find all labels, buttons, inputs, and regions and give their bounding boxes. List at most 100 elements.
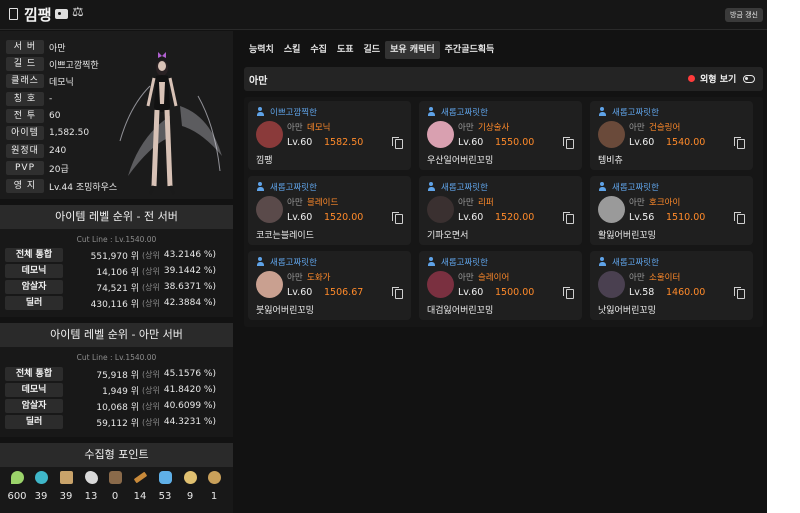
collection-value: 39: [59, 491, 73, 502]
giant-heart-icon: [84, 471, 98, 484]
rank-row: 전체 통합 551,970 위 (상위 43.2146 %): [5, 248, 231, 262]
avatar: [598, 196, 625, 223]
tab-stats[interactable]: 능력치: [244, 41, 279, 59]
server-name: 아만: [629, 198, 645, 208]
scale-icon[interactable]: ⚖: [72, 5, 84, 20]
rank-value: 1,949 위: [102, 386, 139, 397]
profile-label: 길 드: [6, 57, 44, 71]
bookmark-icon[interactable]: [9, 8, 18, 20]
avatar: [256, 196, 283, 223]
collection-title: 수집형 포인트: [0, 443, 233, 467]
rank-sub: (상위: [142, 385, 160, 395]
copy-icon[interactable]: [392, 287, 403, 299]
collection-item[interactable]: 14: [129, 471, 151, 511]
profile-value: -: [49, 94, 53, 104]
collection-value: 9: [186, 491, 194, 502]
rank-row: 데모닉 14,106 위 (상위 39.1442 %): [5, 264, 231, 278]
copy-icon[interactable]: [734, 137, 745, 149]
copy-icon[interactable]: [392, 212, 403, 224]
rank-label: 암살자: [5, 280, 63, 294]
collection-item[interactable]: 9: [179, 471, 201, 511]
guild-icon: [599, 107, 609, 116]
ranking-all-title: 아이템 레벨 순위 - 전 서버: [0, 205, 233, 229]
collection-item[interactable]: 39: [30, 471, 52, 511]
guild-name: 이쁘고깜찍한: [270, 108, 317, 118]
rank-row: 데모닉 1,949 위 (상위 41.8420 %): [5, 383, 231, 397]
tab-charts[interactable]: 도표: [332, 41, 359, 59]
profile-row-pvp: PVP 20급: [6, 161, 69, 175]
avatar: [427, 271, 454, 298]
rank-sub: (상위: [142, 266, 160, 276]
copy-icon[interactable]: [563, 287, 574, 299]
refresh-button[interactable]: 방금 갱신: [725, 8, 763, 22]
collection-value: 600: [7, 491, 27, 502]
level: Lv.60: [458, 212, 484, 223]
character-card[interactable]: 이쁘고깜찍한 아만 데모닉 Lv.60 1582.50 낌팽: [248, 101, 411, 170]
copy-icon[interactable]: [734, 287, 745, 299]
rank-sub: (상위: [142, 369, 160, 379]
server-name: 아만: [458, 123, 474, 133]
class-name: 리퍼: [478, 198, 494, 208]
guild-icon: [599, 182, 609, 191]
guild-icon: [428, 182, 438, 191]
profile-panel: 서 버 아만 길 드 이쁘고깜찍한 클래스 데모닉 칭 호 - 전 투 60 아…: [0, 31, 233, 199]
profile-card-icon[interactable]: [55, 9, 68, 19]
rank-label: 데모닉: [5, 264, 63, 278]
collection-item[interactable]: 13: [80, 471, 102, 511]
character-card[interactable]: 새롭고짜릿한 아만 기상술사 Lv.60 1550.00 우산일어버린꼬밍: [419, 101, 582, 170]
class-name: 기상술사: [478, 123, 510, 133]
tab-owned-characters[interactable]: 보유 캐릭터: [385, 41, 440, 59]
level: Lv.60: [629, 137, 655, 148]
character-card[interactable]: 새롭고짜릿한 아만 도화가 Lv.60 1506.67 붓잃어버린꼬밍: [248, 251, 411, 320]
rank-label: 딜러: [5, 415, 63, 429]
character-card[interactable]: 새롭고짜릿한 아만 소울이터 Lv.58 1460.00 낫잃어버린꼬밍: [590, 251, 753, 320]
tab-skills[interactable]: 스킬: [279, 41, 306, 59]
character-card[interactable]: 새롭고짜릿한 아만 블레이드 Lv.60 1520.00 코코는블레이드: [248, 176, 411, 245]
character-card[interactable]: 새롭고짜릿한 아만 호크아이 Lv.56 1510.00 활잃어버린꼬밍: [590, 176, 753, 245]
copy-icon[interactable]: [392, 137, 403, 149]
copy-icon[interactable]: [563, 137, 574, 149]
tab-weekly-gold[interactable]: 주간골드획득: [440, 41, 500, 59]
profile-label: 전 투: [6, 109, 44, 123]
rank-row: 암살자 74,521 위 (상위 38.6371 %): [5, 280, 231, 294]
avatar: [256, 271, 283, 298]
world-tree-leaf-icon: [183, 471, 197, 484]
character-portrait: [119, 52, 222, 195]
guild-icon: [428, 107, 438, 116]
collection-item[interactable]: 39: [55, 471, 77, 511]
copy-icon[interactable]: [734, 212, 745, 224]
tab-collection[interactable]: 수집: [305, 41, 332, 59]
item-level: 1506.67: [324, 287, 364, 298]
profile-value: 60: [49, 111, 61, 121]
rank-sub: (상위: [142, 282, 160, 292]
collection-value: 1: [210, 491, 218, 502]
item-level: 1500.00: [495, 287, 535, 298]
profile-value: 20급: [49, 164, 69, 175]
level: Lv.60: [458, 137, 484, 148]
collection-item[interactable]: 0: [104, 471, 126, 511]
item-level: 1510.00: [666, 212, 706, 223]
profile-row-roster: 원정대 240: [6, 144, 66, 158]
collection-value: 39: [34, 491, 48, 502]
level: Lv.60: [458, 287, 484, 298]
character-card[interactable]: 새롭고짜릿한 아만 슬레이어 Lv.60 1500.00 대검잃어버린꼬밍: [419, 251, 582, 320]
rank-value: 59,112 위: [96, 418, 139, 429]
sea-bounty-icon: [158, 471, 172, 484]
character-card[interactable]: 새롭고짜릿한 아만 리퍼 Lv.60 1520.00 기파오면서: [419, 176, 582, 245]
collection-item[interactable]: 53: [154, 471, 176, 511]
class-name: 데모닉: [307, 123, 331, 133]
character-card[interactable]: 새롭고짜릿한 아만 건슬링어 Lv.60 1540.00 텡비츄: [590, 101, 753, 170]
character-grid: 이쁘고깜찍한 아만 데모닉 Lv.60 1582.50 낌팽 새롭고짜릿한 아만…: [244, 97, 763, 327]
rank-value: 430,116 위: [90, 299, 139, 310]
character-name: 우산일어버린꼬밍: [427, 156, 494, 166]
art-icon: [59, 471, 73, 484]
collection-item[interactable]: 600: [6, 471, 28, 511]
appearance-toggle[interactable]: [743, 75, 755, 83]
tab-bar: 능력치 스킬 수집 도표 길드 보유 캐릭터 주간골드획득: [244, 41, 499, 59]
profile-row-title: 칭 호 -: [6, 92, 52, 106]
collection-value: 0: [111, 491, 119, 502]
guild-icon: [257, 257, 267, 266]
copy-icon[interactable]: [563, 212, 574, 224]
collection-item[interactable]: 1: [203, 471, 225, 511]
tab-guild[interactable]: 길드: [359, 41, 386, 59]
